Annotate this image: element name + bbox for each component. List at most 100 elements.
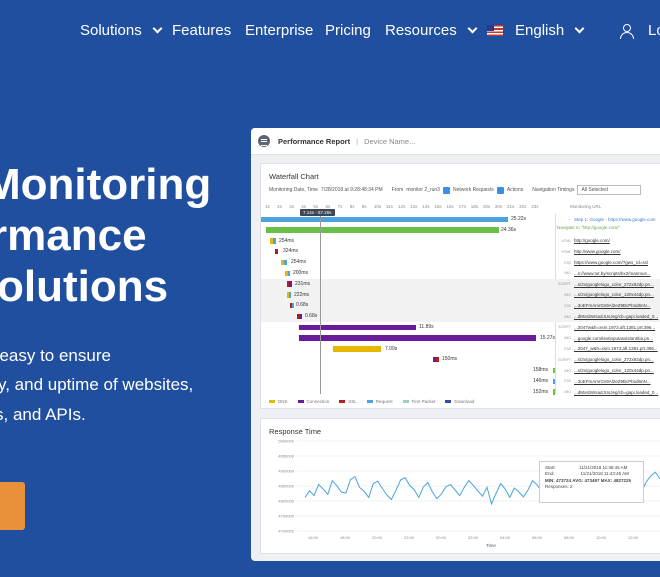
legend-swatch	[339, 400, 346, 403]
actions-checkbox[interactable]	[496, 186, 504, 194]
monitoring-url[interactable]: ...2047w&h=xsm.1973.aft.1381.prt.396...	[574, 325, 655, 330]
language-label: English	[515, 22, 565, 39]
bar-duration-label: 7.09s	[385, 345, 398, 352]
resource-type: HTML	[561, 238, 571, 243]
y-tick-label: 4750000	[278, 514, 294, 519]
tick-label: 8s	[349, 204, 355, 209]
us-flag-icon	[487, 25, 503, 36]
tick-label: 7s	[337, 204, 343, 209]
tooltip-end-label: End:	[545, 471, 555, 477]
waterfall-bar	[289, 292, 291, 298]
monitoring-url[interactable]: ...dMxsbWsadJUsJeg/cb=gapi.loaded_0...	[574, 390, 658, 395]
login-link[interactable]: Log	[620, 22, 660, 39]
url-cell: IMG ...s/2x/googlelogo_color_120x44dp.pn.…	[557, 290, 654, 301]
monitoring-url[interactable]: ...s/2x/googlelogo_color_272x92dp.pn...	[574, 357, 654, 362]
x-tick-label: 10:00	[596, 535, 607, 540]
nav-solutions[interactable]: Solutions	[80, 22, 163, 39]
tick-label: 12s	[398, 204, 406, 209]
tick-label: 2s	[277, 204, 282, 209]
waterfall-bar	[261, 216, 508, 222]
monitoring-url[interactable]: ...3oEFmAmrGs9Al2eZ9BcPbsd6nN...	[574, 379, 651, 384]
monitoring-url[interactable]: ...s/2x/googlelogo_color_120x44dp.pn...	[574, 368, 654, 373]
nav-solutions-label: Solutions	[80, 22, 142, 39]
device-name: Device Name...	[364, 136, 416, 146]
monitoring-url[interactable]: ...s://www.tut.by/scripts/bx2/manmus...	[574, 271, 651, 276]
monitoring-url-header: Monitoring URL	[570, 204, 602, 209]
monitoring-url[interactable]: Step 1: Google - https://www.google.com	[574, 217, 656, 222]
url-cell: SCRIPT ...s/2x/googlelogo_color_272x92dp.…	[557, 354, 654, 365]
url-cell: ⌄ Step 1: Google - https://www.google.com	[557, 214, 656, 225]
monitoring-url[interactable]: ...3oEFmAmrGs9Al2eZ9BcPbsd6nN...	[574, 303, 651, 308]
resource-type: CSS	[563, 346, 571, 351]
monitoring-url[interactable]: http://www.google.com/	[574, 249, 621, 254]
resource-type: CSS	[563, 379, 571, 384]
nav-resources[interactable]: Resources	[385, 22, 478, 39]
legend-item: Request	[366, 399, 393, 404]
nav-features[interactable]: Features	[172, 22, 231, 39]
x-tick-label: 08:00	[564, 535, 575, 540]
x-tick-label: 20:00	[372, 535, 383, 540]
legend-label: First Packet	[411, 399, 436, 404]
menu-icon[interactable]	[258, 135, 270, 147]
waterfall-bar	[299, 324, 416, 330]
tick-label: 3s	[289, 204, 294, 209]
waterfall-bar	[299, 313, 302, 320]
bar-duration-label: 15.27s	[540, 334, 556, 341]
chevron-down-icon: ⌄	[568, 217, 571, 222]
monitoring-url[interactable]: https://www.google.com/?gws_rd=ssl	[574, 260, 648, 265]
x-tick-label: 18:00	[340, 535, 351, 540]
top-navigation: Solutions Features Enterprise Pricing Re…	[0, 0, 660, 64]
waterfall-bar	[436, 356, 439, 363]
legend-item: SSL	[339, 399, 357, 404]
monitoring-url[interactable]: ...s/2x/googlelogo_color_120x44dp.pn...	[574, 292, 654, 297]
bar-duration-label: 254ms	[279, 237, 295, 244]
network-requests-checkbox[interactable]	[442, 186, 450, 194]
response-time-panel: Response Time 5000000 4950000 4900000 48500…	[260, 418, 660, 554]
waterfall-title: Waterfall Chart	[269, 172, 319, 181]
monitoring-url[interactable]: ...google.com/textinputassistant/tia.pn.…	[574, 336, 653, 341]
tick-label: 21s	[507, 204, 515, 209]
legend-swatch	[269, 400, 275, 403]
waterfall-bar	[553, 378, 555, 384]
resource-type: HTML	[561, 249, 571, 254]
cursor-range-label: 7.14s - 57.26s	[300, 209, 335, 216]
nav-enterprise[interactable]: Enterprise	[245, 22, 313, 39]
login-label: Log	[648, 22, 660, 39]
tick-label: 17s	[458, 204, 466, 209]
x-axis-label: Time	[486, 543, 496, 548]
legend-label: SSL	[348, 399, 357, 404]
cta-button[interactable]	[0, 482, 25, 530]
chart-tooltip: Start: 11/21/2018 11:38:45 AM End: 11/21…	[539, 461, 644, 503]
url-cell: IMG ...dMxsbWsadJUsJeg/cb=gapi.loaded_0..…	[557, 387, 658, 398]
bar-duration-label: 0.68s	[296, 302, 309, 309]
y-tick-label: 4800000	[278, 499, 294, 504]
tick-label: 14s	[422, 204, 430, 209]
time-cursor[interactable]	[320, 214, 321, 394]
resource-type: SCRIPT	[558, 357, 571, 362]
resource-type: CSS	[563, 303, 571, 308]
nav-timings-select[interactable]: All Selected	[577, 185, 642, 195]
y-tick-label: 5000000	[278, 439, 294, 444]
tooltip-avg: AVG: 473497	[572, 477, 600, 483]
monitoring-url[interactable]: ...s/2x/googlelogo_color_272x92dp.pn...	[574, 282, 654, 287]
nav-pricing[interactable]: Pricing	[325, 22, 371, 39]
monitoring-url[interactable]: http://google.com/	[574, 238, 610, 243]
resource-type: IMG	[564, 271, 571, 276]
nav-enterprise-label: Enterprise	[245, 22, 314, 39]
tooltip-max: MAX: 4827225	[600, 477, 632, 483]
url-cell: CSS ...3oEFmAmrGs9Al2eZ9BcPbsd6nN...	[557, 376, 651, 387]
language-selector[interactable]: English	[487, 22, 585, 39]
performance-report-card: Performance Report | Device Name... Wate…	[251, 128, 660, 561]
url-cell: IMG ...dMxsbWsadJUsJeg/cb=gapi.loaded_0..…	[557, 311, 658, 322]
monitoring-url[interactable]: ...2047_w&h=xsm.1973.aft.1381.prt.396...	[574, 346, 658, 351]
bar-duration-label: 158ms	[533, 367, 549, 374]
waterfall-bar	[273, 238, 276, 244]
monitoring-url[interactable]: ...dMxsbWsadJUsJeg/cb=gapi.loaded_0...	[574, 314, 658, 319]
bar-duration-label: 254ms	[291, 259, 307, 266]
chevron-down-icon	[574, 23, 585, 34]
waterfall-bar	[553, 389, 555, 395]
x-tick-label: 00:00	[436, 535, 447, 540]
nav-pricing-label: Pricing	[325, 22, 371, 39]
chevron-down-icon	[152, 23, 163, 34]
waterfall-bar	[292, 302, 294, 309]
